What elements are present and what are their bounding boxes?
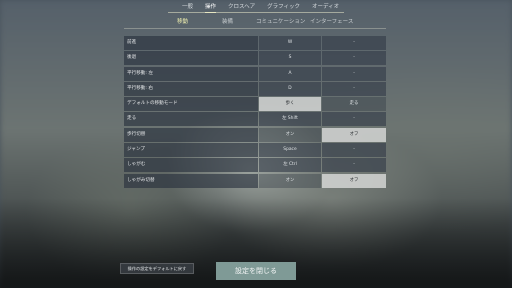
reset-to-default-button[interactable]: 操作の設定をデフォルトに戻す [120,263,194,274]
table-row: デフォルトの移動モード 歩く 走る [124,97,386,112]
top-tab-divider [168,12,344,13]
table-row: 後退 S - [124,51,386,66]
tab-crosshair[interactable]: クロスヘア [222,3,261,11]
row-label: しゃがむ [127,162,146,168]
secondary-binding[interactable]: - [322,36,386,50]
sub-tab-divider [124,28,386,29]
subtab-movement[interactable]: 移動 [177,18,188,27]
row-label: ジャンプ [127,147,146,153]
primary-binding[interactable]: A [259,66,321,81]
row-label: 平行移動: 右 [127,85,153,91]
row-label: しゃがみ切替 [127,177,155,183]
option-run[interactable]: 走る [322,97,386,112]
table-row: 前進 W - [124,36,386,50]
close-settings-button[interactable]: 設定を閉じる [216,262,296,280]
table-row: しゃがみ切替 オン オフ [124,173,386,188]
secondary-binding[interactable]: - [322,143,386,158]
row-label-cell [124,51,258,66]
row-label: 歩行切替 [127,131,146,137]
subtab-equipment[interactable]: 装備 [222,18,233,27]
row-label: 平行移動: 左 [127,70,153,76]
keybind-table: 前進 W - 後退 S - 平行移動: 左 A - 平行移動: 右 D - デフ… [124,36,386,189]
table-row: 走る 左 Shift - [124,112,386,127]
secondary-binding[interactable]: - [322,66,386,81]
row-label: 走る [127,116,137,122]
row-label: デフォルトの移動モード [127,101,178,107]
table-row: ジャンプ Space - [124,143,386,158]
sub-tab-bar: 移動 装備 コミュニケーション インターフェース [160,18,396,28]
row-label: 前進 [127,40,137,45]
table-row: 平行移動: 左 A - [124,66,386,81]
top-tab-bar: 一般 操作 クロスヘア グラフィック オーディオ [176,3,345,13]
tab-general[interactable]: 一般 [176,3,199,11]
primary-binding[interactable]: 左 Ctrl [259,158,321,173]
table-row: 平行移動: 右 D - [124,81,386,96]
primary-binding[interactable]: Space [259,143,321,158]
option-off[interactable]: オフ [322,173,386,188]
row-label-cell [124,36,258,50]
subtab-communication[interactable]: コミュニケーション [256,18,305,27]
primary-binding[interactable]: W [259,36,321,50]
tab-graphics[interactable]: グラフィック [261,3,306,11]
primary-binding[interactable]: S [259,51,321,66]
secondary-binding[interactable]: - [322,158,386,173]
table-row: しゃがむ 左 Ctrl - [124,158,386,173]
secondary-binding[interactable]: - [322,51,386,66]
option-off[interactable]: オフ [322,127,386,142]
primary-binding[interactable]: 左 Shift [259,112,321,127]
primary-binding[interactable]: D [259,81,321,96]
option-on[interactable]: オン [259,173,321,188]
table-row: 歩行切替 オン オフ [124,127,386,142]
tab-audio[interactable]: オーディオ [306,3,345,11]
row-label: 後退 [127,55,137,61]
option-on[interactable]: オン [259,127,321,142]
tab-controls[interactable]: 操作 [199,3,222,13]
row-label-cell [124,112,258,127]
subtab-interface[interactable]: インターフェース [310,18,353,27]
secondary-binding[interactable]: - [322,112,386,127]
secondary-binding[interactable]: - [322,81,386,96]
option-walk[interactable]: 歩く [259,97,321,112]
